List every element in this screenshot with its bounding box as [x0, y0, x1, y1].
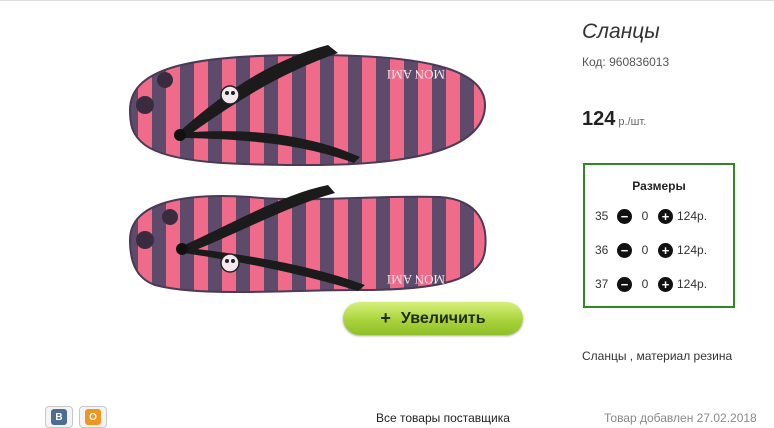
size-price: 124р. [677, 209, 708, 223]
quantity-value: 0 [641, 209, 649, 223]
size-row: 37 − 0 + 124р. [595, 274, 707, 294]
size-price: 124р. [677, 277, 708, 291]
brand-print-top: MON AMI [387, 67, 445, 82]
size-price: 124р. [677, 243, 708, 257]
date-added: Товар добавлен 27.02.2018 [604, 411, 757, 425]
brand-print-bottom: MON AMI [387, 272, 445, 287]
sandal-bottom: MON AMI [128, 185, 487, 294]
plus-icon[interactable]: + [658, 208, 673, 224]
size-label: 35 [595, 209, 609, 223]
size-label: 37 [595, 277, 609, 291]
plus-icon[interactable]: + [658, 242, 673, 258]
minus-icon[interactable]: − [617, 276, 632, 292]
minus-icon[interactable]: − [617, 242, 632, 258]
vk-share-button[interactable]: В [45, 406, 73, 428]
vk-icon: В [51, 409, 67, 425]
sizes-panel: Размеры 35 − 0 + 124р. 36 − 0 + 124р. 37… [583, 163, 735, 308]
share-buttons: В О [45, 406, 107, 428]
quantity-value: 0 [641, 243, 649, 257]
minus-icon[interactable]: − [617, 208, 632, 224]
zoom-button-label: Увеличить [400, 309, 486, 327]
sandal-top: MON AMI [128, 45, 487, 167]
zoom-button[interactable]: + Увеличить [343, 302, 523, 335]
product-title: Сланцы [582, 20, 660, 43]
quantity-value: 0 [641, 277, 649, 291]
product-code-value: 960836013 [609, 55, 670, 69]
product-code: Код: 960836013 [582, 55, 669, 69]
plus-icon: + [380, 308, 391, 328]
size-row: 35 − 0 + 124р. [595, 206, 707, 226]
size-label: 36 [595, 243, 609, 257]
odnoklassniki-share-button[interactable]: О [79, 406, 107, 428]
product-description: Сланцы , материал резина [582, 349, 733, 363]
product-image[interactable]: MON AMI MON AMI [110, 35, 510, 325]
price-value: 124 [582, 108, 616, 130]
product-price: 124 р./шт. [582, 108, 646, 131]
top-divider [0, 0, 774, 1]
product-code-label: Код: [582, 55, 606, 69]
sizes-title: Размеры [632, 179, 686, 193]
plus-icon[interactable]: + [658, 276, 673, 292]
all-supplier-goods-link[interactable]: Все товары поставщика [376, 411, 510, 425]
odnoklassniki-icon: О [85, 409, 101, 425]
price-unit: р./шт. [618, 116, 647, 128]
size-row: 36 − 0 + 124р. [595, 240, 707, 260]
